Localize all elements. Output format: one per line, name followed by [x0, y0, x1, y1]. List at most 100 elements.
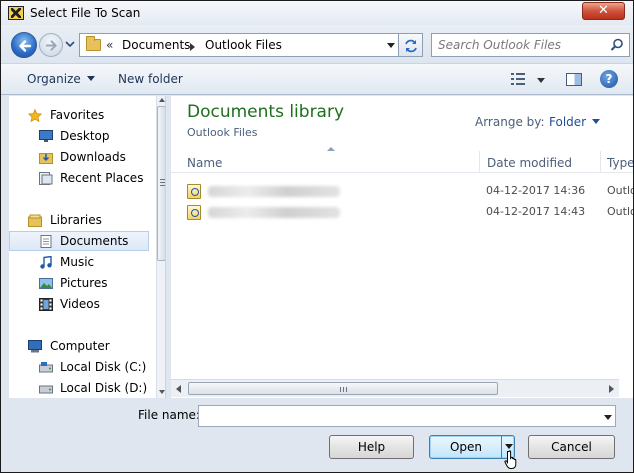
- scrollbar-thumb[interactable]: [188, 382, 498, 395]
- file-row[interactable]: 04-12-2017 14:36 Outlook: [171, 181, 633, 202]
- nav-documents[interactable]: Documents: [9, 231, 149, 251]
- grip-line: [340, 387, 341, 392]
- open-options-dropdown-icon[interactable]: [505, 444, 513, 449]
- nav-label: Computer: [50, 339, 110, 353]
- back-button[interactable]: [11, 32, 37, 58]
- file-type: Outlook: [607, 184, 633, 197]
- breadcrumb-overflow[interactable]: «: [106, 38, 113, 52]
- nav-label: Libraries: [50, 213, 102, 227]
- help-button[interactable]: Help: [329, 435, 414, 459]
- redacted-file-name: [208, 186, 340, 197]
- videos-icon: [39, 298, 53, 311]
- title-bar: Select File To Scan ✕: [1, 1, 633, 25]
- file-name-label: File name:: [138, 408, 200, 422]
- column-type[interactable]: Type: [607, 156, 633, 170]
- breadcrumb-outlook-files[interactable]: Outlook Files: [205, 38, 282, 52]
- sort-ascending-icon: [327, 147, 335, 151]
- computer-icon: [28, 340, 42, 353]
- file-row[interactable]: 04-12-2017 14:43 Outlook: [171, 202, 633, 223]
- nav-label: Documents: [60, 234, 129, 248]
- documents-icon: [40, 235, 52, 248]
- pictures-icon: [39, 278, 53, 289]
- file-name-input[interactable]: [198, 405, 616, 427]
- file-date-modified: 04-12-2017 14:43: [486, 205, 586, 218]
- scroll-right-arrow-icon[interactable]: [609, 385, 614, 393]
- horizontal-scrollbar[interactable]: [171, 379, 619, 397]
- disk-icon: [39, 362, 53, 373]
- dialog-footer: File name: Help Open Cancel: [1, 399, 633, 472]
- arrange-by-dropdown[interactable]: Folder: [549, 115, 601, 129]
- change-view-icon[interactable]: [511, 73, 525, 85]
- file-name-dropdown-icon[interactable]: [604, 415, 612, 420]
- grip-line: [343, 387, 344, 392]
- arrange-by-label: Arrange by:: [475, 115, 545, 129]
- help-icon[interactable]: ?: [600, 70, 618, 88]
- nav-recent-places[interactable]: Recent Places: [9, 168, 149, 188]
- downloads-folder-icon: [39, 153, 53, 164]
- address-dropdown-icon[interactable]: [387, 43, 395, 48]
- nav-local-disk-d[interactable]: Local Disk (D:): [9, 378, 149, 398]
- preview-pane-icon[interactable]: [566, 73, 582, 86]
- nav-label: Music: [60, 255, 95, 269]
- view-options-dropdown-icon[interactable]: [537, 78, 545, 83]
- nav-label: Desktop: [60, 129, 110, 143]
- refresh-button[interactable]: [399, 33, 423, 57]
- outlook-data-file-icon: [187, 205, 201, 220]
- close-button[interactable]: ✕: [582, 2, 625, 20]
- scroll-left-arrow-icon[interactable]: [176, 385, 181, 393]
- cancel-button[interactable]: Cancel: [528, 435, 615, 459]
- star-icon: [28, 109, 42, 122]
- recent-places-icon: [39, 172, 53, 185]
- organize-menu[interactable]: Organize: [27, 72, 95, 86]
- file-dialog-window: Select File To Scan ✕ « Documents Outloo…: [0, 0, 634, 473]
- chevron-down-icon: [592, 119, 601, 124]
- navigation-scrollbar[interactable]: [156, 96, 165, 398]
- forward-arrow-icon: [45, 40, 57, 51]
- scroll-down-arrow-icon[interactable]: [159, 390, 165, 394]
- nav-music[interactable]: Music: [9, 252, 149, 272]
- column-date-modified[interactable]: Date modified: [487, 156, 572, 170]
- nav-label: Videos: [60, 297, 100, 311]
- nav-computer[interactable]: Computer: [9, 336, 149, 356]
- outlook-data-file-icon: [187, 184, 201, 199]
- grip-line: [160, 179, 165, 180]
- scrollbar-thumb[interactable]: [157, 106, 165, 261]
- search-placeholder: Search Outlook Files: [438, 38, 562, 52]
- address-bar[interactable]: « Documents Outlook Files: [79, 33, 399, 57]
- folder-icon: [86, 36, 101, 51]
- search-input[interactable]: Search Outlook Files: [431, 33, 630, 57]
- desktop-icon: [39, 130, 53, 142]
- breadcrumb-documents[interactable]: Documents: [122, 38, 190, 52]
- new-folder-button[interactable]: New folder: [118, 72, 183, 86]
- search-icon[interactable]: [610, 38, 624, 52]
- disk-icon: [39, 385, 53, 394]
- recent-pages-button[interactable]: [65, 38, 75, 50]
- nav-label: Recent Places: [60, 171, 144, 185]
- nav-libraries[interactable]: Libraries: [9, 210, 149, 230]
- column-header-row: Name Date modified Type: [171, 147, 633, 173]
- nav-videos[interactable]: Videos: [9, 294, 149, 314]
- nav-label: Pictures: [60, 276, 108, 290]
- column-divider[interactable]: [479, 151, 480, 173]
- breadcrumb-separator-icon[interactable]: [190, 43, 195, 51]
- nav-label: Downloads: [60, 150, 126, 164]
- open-button[interactable]: Open: [429, 435, 515, 459]
- organize-label: Organize: [27, 72, 81, 86]
- library-subtitle: Outlook Files: [187, 126, 258, 139]
- nav-pictures[interactable]: Pictures: [9, 273, 149, 293]
- file-list-pane: Documents library Outlook Files Arrange …: [171, 96, 633, 398]
- column-divider[interactable]: [600, 151, 601, 173]
- nav-label: Local Disk (C:): [60, 360, 147, 374]
- file-date-modified: 04-12-2017 14:36: [486, 184, 586, 197]
- nav-desktop[interactable]: Desktop: [9, 126, 149, 146]
- column-name[interactable]: Name: [187, 156, 222, 170]
- nav-local-disk-c[interactable]: Local Disk (C:): [9, 357, 149, 377]
- nav-favorites[interactable]: Favorites: [9, 105, 149, 125]
- music-icon: [40, 256, 52, 269]
- library-title: Documents library: [187, 102, 345, 122]
- open-split-divider: [501, 436, 502, 458]
- scroll-up-arrow-icon[interactable]: [159, 98, 165, 102]
- grip-line: [346, 387, 347, 392]
- nav-downloads[interactable]: Downloads: [9, 147, 149, 167]
- forward-button[interactable]: [39, 33, 63, 57]
